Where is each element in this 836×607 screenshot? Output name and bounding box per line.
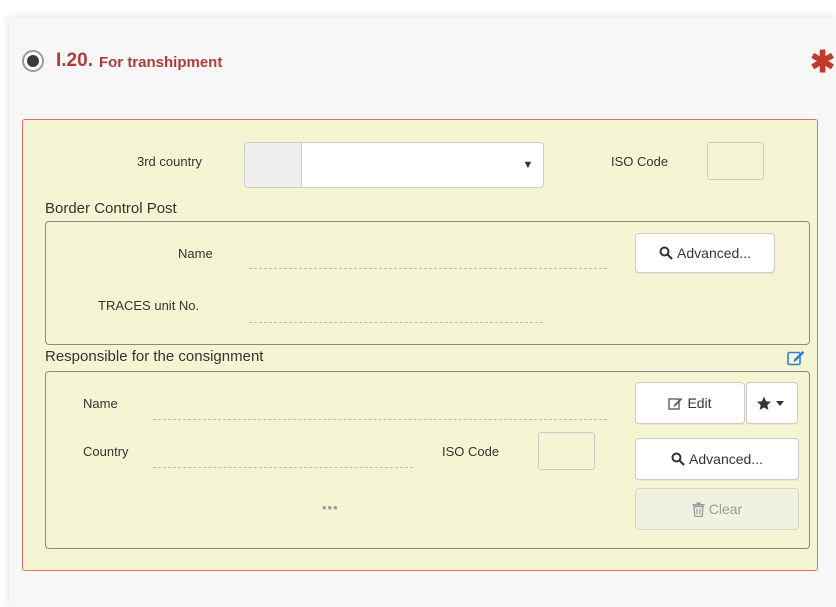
third-country-iso-field[interactable] bbox=[707, 142, 764, 180]
bcp-section-title: Border Control Post bbox=[45, 200, 177, 217]
favorites-dropdown-button[interactable] bbox=[746, 382, 798, 424]
edit-icon bbox=[668, 398, 683, 410]
caret-down-icon bbox=[776, 400, 784, 406]
responsible-advanced-label: Advanced... bbox=[689, 451, 763, 467]
bcp-group: Name TRACES unit No. Advanced... bbox=[45, 221, 810, 345]
section-title: For transhipment bbox=[98, 53, 223, 71]
bcp-unit-field[interactable] bbox=[249, 322, 543, 323]
search-icon bbox=[659, 246, 673, 260]
edit-label: Edit bbox=[687, 395, 712, 411]
required-asterisk-icon: ✱ bbox=[810, 46, 836, 79]
section-radio[interactable] bbox=[22, 50, 44, 72]
bcp-unit-label: TRACES unit No. bbox=[98, 298, 200, 313]
section-header: I.20. For transhipment bbox=[22, 50, 222, 72]
chevron-down-icon: ▼ bbox=[522, 159, 534, 171]
clear-label: Clear bbox=[708, 501, 743, 517]
responsible-iso-field[interactable] bbox=[538, 432, 595, 470]
section-number: I.20. bbox=[56, 50, 93, 71]
third-country-iso-label: ISO Code bbox=[611, 154, 669, 169]
search-icon bbox=[671, 452, 685, 466]
transhipment-panel: 3rd country ▼ ISO Code Border Control Po… bbox=[22, 119, 818, 571]
bcp-name-label: Name bbox=[178, 246, 213, 261]
third-country-label: 3rd country bbox=[137, 154, 203, 169]
edit-button[interactable]: Edit bbox=[635, 382, 745, 424]
radio-dot bbox=[27, 55, 39, 67]
star-icon bbox=[757, 396, 771, 410]
edit-pencil-icon[interactable] bbox=[787, 349, 806, 371]
responsible-country-field[interactable] bbox=[153, 467, 413, 468]
bcp-advanced-button[interactable]: Advanced... bbox=[635, 233, 775, 273]
clear-button[interactable]: Clear bbox=[635, 488, 799, 530]
responsible-iso-label: ISO Code bbox=[442, 444, 500, 459]
responsible-section-title: Responsible for the consignment bbox=[45, 348, 264, 365]
third-country-select[interactable]: ▼ bbox=[244, 142, 544, 188]
bcp-advanced-label: Advanced... bbox=[677, 245, 751, 261]
third-country-value bbox=[302, 143, 513, 187]
responsible-advanced-button[interactable]: Advanced... bbox=[635, 438, 799, 480]
country-flag-addon bbox=[245, 143, 302, 187]
bcp-name-field[interactable] bbox=[249, 268, 607, 269]
responsible-group: Name Country ISO Code ••• Edit Advanced.… bbox=[45, 371, 810, 549]
responsible-country-label: Country bbox=[83, 444, 129, 459]
responsible-name-field[interactable] bbox=[153, 419, 607, 420]
more-ellipsis[interactable]: ••• bbox=[322, 500, 339, 515]
responsible-name-label: Name bbox=[83, 396, 118, 411]
trash-icon bbox=[692, 501, 705, 517]
